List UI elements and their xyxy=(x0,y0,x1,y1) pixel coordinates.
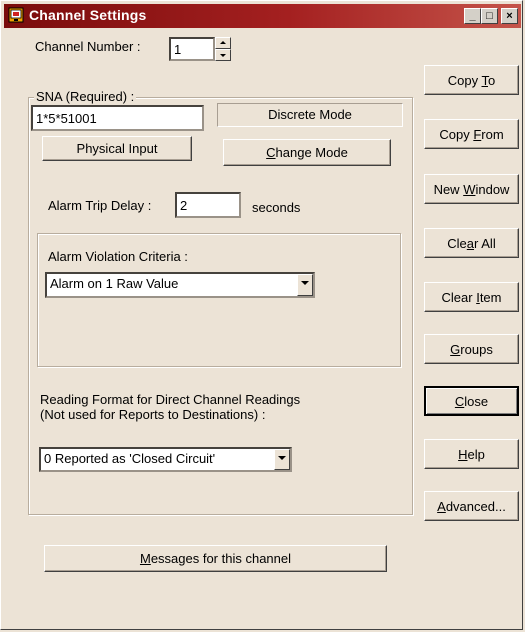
reading-format-label-line2: (Not used for Reports to Destinations) : xyxy=(40,407,266,422)
alarm-trip-delay-label: Alarm Trip Delay : xyxy=(48,198,152,213)
help-button[interactable]: Help xyxy=(424,439,519,469)
dropdown-button[interactable] xyxy=(297,274,313,296)
minimize-button[interactable]: _ xyxy=(464,8,481,24)
channel-number-label: Channel Number : xyxy=(35,39,141,54)
alarm-violation-label: Alarm Violation Criteria : xyxy=(48,249,188,264)
copy-from-button[interactable]: Copy From xyxy=(424,119,519,149)
reading-format-select[interactable]: 0 Reported as 'Closed Circuit' xyxy=(39,447,292,472)
channel-number-input[interactable] xyxy=(169,37,215,61)
reading-format-label-line1: Reading Format for Direct Channel Readin… xyxy=(40,392,301,407)
spin-up-button[interactable] xyxy=(215,37,231,49)
groups-button[interactable]: Groups xyxy=(424,334,519,364)
copy-to-button[interactable]: Copy To xyxy=(424,65,519,95)
alarm-violation-value: Alarm on 1 Raw Value xyxy=(50,276,179,291)
sna-input[interactable] xyxy=(31,105,204,131)
spin-down-button[interactable] xyxy=(215,49,231,61)
clear-item-button[interactable]: Clear Item xyxy=(424,282,519,312)
channel-settings-window: Channel Settings _ □ × Channel Number : … xyxy=(0,0,523,630)
arrow-up-icon xyxy=(220,41,226,44)
close-button[interactable]: Close xyxy=(424,386,519,416)
sna-group-legend: SNA (Required) : xyxy=(34,89,137,104)
dropdown-button[interactable] xyxy=(274,449,290,470)
chevron-down-icon xyxy=(301,281,309,285)
maximize-button[interactable]: □ xyxy=(481,8,498,24)
channel-number-spinner[interactable] xyxy=(215,37,231,61)
chevron-down-icon xyxy=(278,456,286,460)
alarm-trip-delay-unit: seconds xyxy=(252,200,301,215)
advanced-button[interactable]: Advanced... xyxy=(424,491,519,521)
alarm-trip-delay-input[interactable] xyxy=(175,192,241,218)
window-title: Channel Settings xyxy=(29,7,147,23)
alarm-violation-select[interactable]: Alarm on 1 Raw Value xyxy=(45,272,315,298)
app-icon xyxy=(8,7,24,23)
mode-display: Discrete Mode xyxy=(217,103,403,127)
clear-all-button[interactable]: Clear All xyxy=(424,228,519,258)
messages-for-channel-button[interactable]: Messages for this channel xyxy=(44,545,387,572)
change-mode-button[interactable]: Change Mode xyxy=(223,139,391,166)
physical-input-button[interactable]: Physical Input xyxy=(42,136,192,161)
reading-format-value: 0 Reported as 'Closed Circuit' xyxy=(44,451,216,466)
new-window-button[interactable]: New Window xyxy=(424,174,519,204)
close-window-button[interactable]: × xyxy=(501,8,518,24)
title-bar[interactable]: Channel Settings _ □ × xyxy=(4,4,521,28)
arrow-down-icon xyxy=(220,54,226,57)
